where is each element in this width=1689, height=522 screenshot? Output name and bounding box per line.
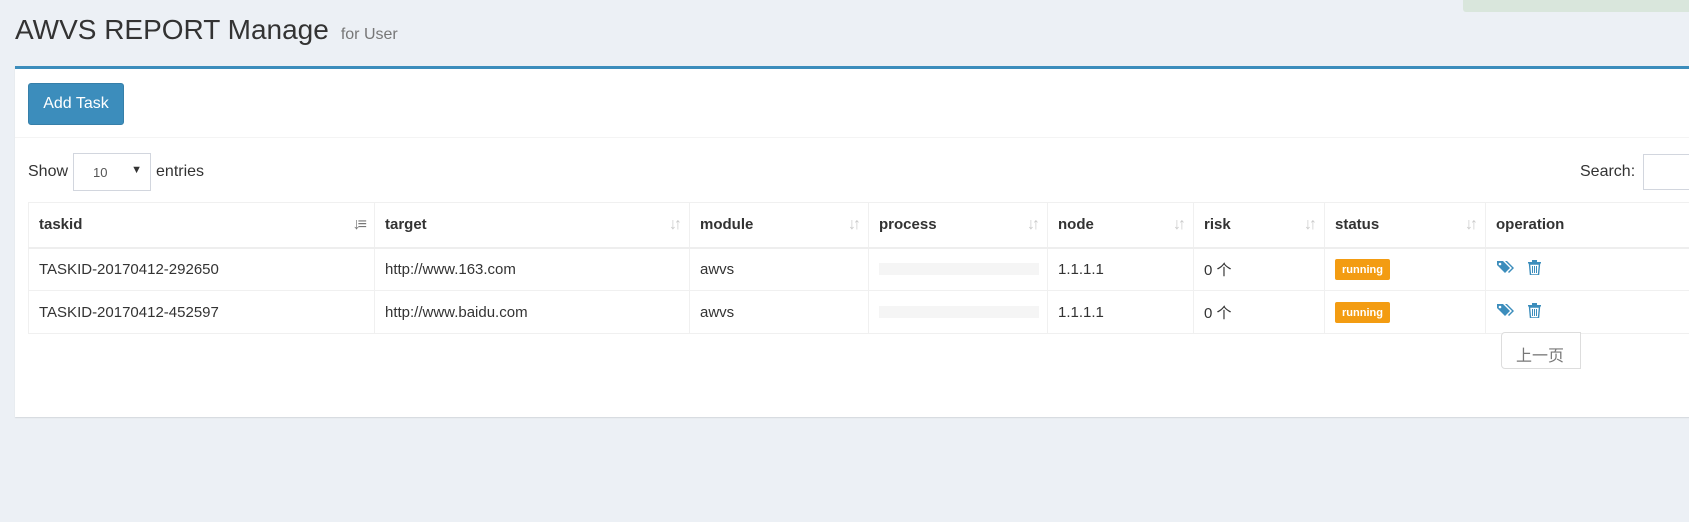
table-row: TASKID-20170412-452597 http://www.baidu.…: [28, 290, 1689, 334]
column-header-risk[interactable]: risk ↓↑: [1193, 202, 1325, 249]
column-header-node[interactable]: node ↓↑: [1047, 202, 1194, 249]
column-header-module[interactable]: module ↓↑: [689, 202, 869, 249]
cell-operation: [1485, 247, 1689, 291]
tags-icon[interactable]: [1496, 303, 1514, 321]
column-header-process[interactable]: process ↓↑: [868, 202, 1048, 249]
cell-target: http://www.baidu.com: [374, 290, 690, 334]
status-badge: running: [1335, 301, 1390, 323]
task-box: Add Task Show 10 ▼ entries Search: taski…: [15, 66, 1689, 417]
trash-icon[interactable]: [1528, 259, 1542, 279]
cell-status: running: [1324, 247, 1486, 291]
chevron-down-icon: ▼: [131, 164, 143, 176]
notification-strip: [1463, 0, 1689, 12]
box-header: Add Task: [15, 69, 1689, 138]
entries-label: entries: [156, 163, 205, 180]
sort-desc-icon: ↓≡: [352, 216, 367, 233]
cell-process: [868, 290, 1048, 334]
trash-icon[interactable]: [1528, 302, 1542, 322]
show-label: Show: [28, 163, 69, 180]
cell-module: awvs: [689, 290, 869, 334]
sort-icon: ↓↑: [1304, 216, 1317, 233]
table-search: Search:: [1580, 153, 1689, 191]
task-table: taskid ↓≡ target ↓↑ module ↓↑ process ↓↑ nod…: [28, 202, 1689, 334]
sort-icon: ↓↑: [669, 216, 682, 233]
add-task-button[interactable]: Add Task: [28, 83, 124, 125]
cell-risk: 0 个: [1193, 247, 1325, 291]
cell-target: http://www.163.com: [374, 247, 690, 291]
cell-process: [868, 247, 1048, 291]
cell-risk: 0 个: [1193, 290, 1325, 334]
column-header-status[interactable]: status ↓↑: [1324, 202, 1486, 249]
column-header-taskid[interactable]: taskid ↓≡: [28, 202, 375, 249]
entries-select[interactable]: 10 ▼: [73, 153, 152, 191]
cell-module: awvs: [689, 247, 869, 291]
process-progress-bar: [879, 263, 1039, 276]
process-progress-bar: [879, 306, 1039, 318]
tags-icon[interactable]: [1496, 260, 1514, 278]
entries-select-value: 10: [93, 165, 108, 180]
sort-icon: ↓↑: [1027, 216, 1040, 233]
sort-icon: ↓↑: [848, 216, 861, 233]
cell-node: 1.1.1.1: [1047, 290, 1194, 334]
pagination-previous-button[interactable]: 上一页: [1501, 332, 1581, 369]
page-title: AWVS REPORT Manage: [15, 14, 329, 45]
status-badge: running: [1335, 258, 1390, 280]
table-header-row: taskid ↓≡ target ↓↑ module ↓↑ process ↓↑ nod…: [28, 202, 1689, 249]
page-subtitle: for User: [340, 26, 398, 43]
search-label: Search:: [1580, 163, 1636, 180]
column-header-operation: operation: [1485, 202, 1689, 249]
column-header-target[interactable]: target ↓↑: [374, 202, 690, 249]
table-row: TASKID-20170412-292650 http://www.163.co…: [28, 247, 1689, 291]
cell-taskid: TASKID-20170412-452597: [28, 290, 375, 334]
search-input[interactable]: [1643, 154, 1689, 190]
sort-icon: ↓↑: [1173, 216, 1186, 233]
cell-operation: [1485, 290, 1689, 334]
entries-length-control: Show 10 ▼ entries: [28, 153, 204, 191]
content-header: AWVS REPORT Manage for User: [15, 14, 398, 46]
cell-status: running: [1324, 290, 1486, 334]
cell-taskid: TASKID-20170412-292650: [28, 247, 375, 291]
sort-icon: ↓↑: [1465, 216, 1478, 233]
cell-node: 1.1.1.1: [1047, 247, 1194, 291]
